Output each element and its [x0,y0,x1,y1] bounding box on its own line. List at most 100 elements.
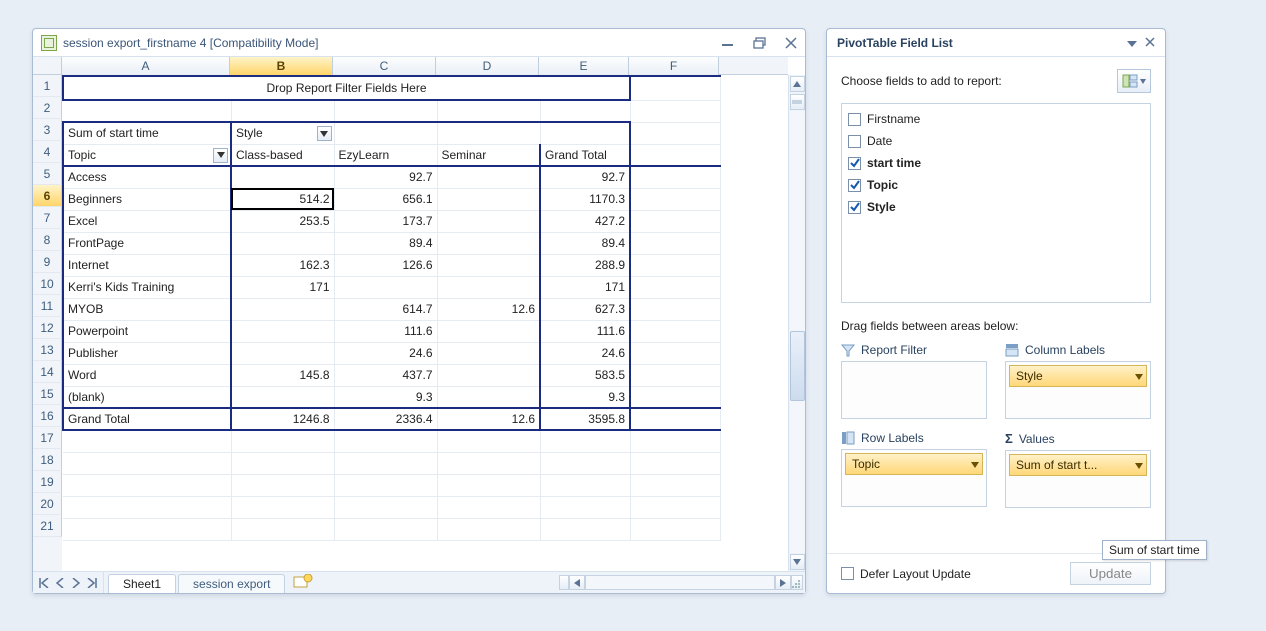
row-header-19[interactable]: 19 [33,471,62,493]
row-field-dropdown[interactable]: Topic [63,144,231,166]
row-header-4[interactable]: 4 [33,141,62,163]
col-header-d[interactable]: D [436,57,539,75]
checkbox-icon[interactable] [848,157,861,170]
field-start-time[interactable]: start time [848,152,1144,174]
active-cell[interactable]: 514.2 [231,188,334,210]
update-button[interactable]: Update [1070,562,1151,585]
hscroll-track[interactable] [585,575,775,590]
sheet-tab-session-export[interactable]: session export [178,574,285,593]
next-sheet-icon[interactable] [69,576,83,590]
area-filter-box[interactable] [841,361,987,419]
row-header-2[interactable]: 2 [33,97,62,119]
area-values: ΣValues Sum of start t... [1005,431,1151,508]
token-style[interactable]: Style [1009,365,1147,387]
row-header-9[interactable]: 9 [33,251,62,273]
row-header-21[interactable]: 21 [33,515,62,537]
scroll-thumb[interactable] [790,331,805,401]
token-style-label: Style [1016,369,1043,383]
area-rows-box[interactable]: Topic [841,449,987,507]
row-header-17[interactable]: 17 [33,427,62,449]
report-filter-dropzone[interactable]: Drop Report Filter Fields Here [63,76,630,100]
field-list[interactable]: FirstnameDatestart time Topic Style [841,103,1151,303]
hscroll-left-button[interactable] [569,575,585,590]
checkbox-icon[interactable] [848,113,861,126]
tab-split-handle[interactable] [559,575,569,590]
row-header-1[interactable]: 1 [33,75,62,97]
chevron-down-icon[interactable] [317,126,332,141]
checkbox-icon[interactable] [848,179,861,192]
restore-icon[interactable] [753,37,767,49]
chevron-down-icon [971,457,979,471]
row-header-14[interactable]: 14 [33,361,62,383]
row-header-12[interactable]: 12 [33,317,62,339]
layout-dropdown-button[interactable] [1117,69,1151,93]
workbook-icon [41,35,57,51]
col-header-c[interactable]: C [333,57,436,75]
minimize-icon[interactable] [721,37,735,49]
scroll-up-button[interactable] [790,76,805,92]
area-column-labels: Column Labels Style [1005,343,1151,419]
area-rows-label: Row Labels [861,431,924,445]
window-titlebar[interactable]: session export_firstname 4 [Compatibilit… [33,29,805,57]
resize-grip[interactable] [791,575,803,590]
row-header-20[interactable]: 20 [33,493,62,515]
col-header-b[interactable]: B [230,57,333,75]
column-field-dropdown[interactable]: Style [231,122,334,144]
col-header-f[interactable]: F [629,57,719,75]
close-icon[interactable] [785,37,797,49]
panel-menu-icon[interactable] [1127,36,1137,50]
panel-titlebar[interactable]: PivotTable Field List [827,29,1165,57]
last-sheet-icon[interactable] [85,576,99,590]
panel-close-icon[interactable] [1145,36,1155,50]
field-style[interactable]: Style [848,196,1144,218]
row-header-7[interactable]: 7 [33,207,62,229]
token-topic[interactable]: Topic [845,453,983,475]
col-header-a[interactable]: A [62,57,230,75]
columns-icon [1005,343,1019,357]
field-topic[interactable]: Topic [848,174,1144,196]
vertical-scrollbar[interactable] [788,75,805,571]
row-header-8[interactable]: 8 [33,229,62,251]
row-header-10[interactable]: 10 [33,273,62,295]
worksheet-area: A B C D E F 1234567891011121314151617181… [33,57,805,571]
field-label: Topic [867,178,898,192]
hscroll-right-button[interactable] [775,575,791,590]
scroll-track[interactable] [790,111,805,553]
checkbox-icon[interactable] [848,135,861,148]
scroll-split-button[interactable] [790,94,805,110]
row-header-6[interactable]: 6 [33,185,62,207]
scroll-down-button[interactable] [790,554,805,570]
checkbox-icon[interactable] [848,201,861,214]
chevron-down-icon[interactable] [213,148,228,163]
area-vals-box[interactable]: Sum of start t... [1005,450,1151,508]
defer-layout-checkbox[interactable] [841,567,854,580]
row-header-18[interactable]: 18 [33,449,62,471]
panel-title: PivotTable Field List [837,36,953,50]
row-header-5[interactable]: 5 [33,163,62,185]
token-sum-start-time[interactable]: Sum of start t... [1009,454,1147,476]
field-date[interactable]: Date [848,130,1144,152]
row-headers: 123456789101112131415161718192021 [33,75,62,571]
area-filter-label: Report Filter [861,343,927,357]
cell-grid[interactable]: Drop Report Filter Fields HereSum of sta… [62,75,788,571]
sheet-tab-sheet1[interactable]: Sheet1 [108,574,176,593]
column-headers: A B C D E F [33,57,788,75]
sigma-icon: Σ [1005,431,1013,446]
row-header-16[interactable]: 16 [33,405,62,427]
row-header-11[interactable]: 11 [33,295,62,317]
area-report-filter: Report Filter [841,343,987,419]
horizontal-scrollbar[interactable] [559,572,805,593]
area-cols-box[interactable]: Style [1005,361,1151,419]
col-header-e[interactable]: E [539,57,629,75]
prev-sheet-icon[interactable] [53,576,67,590]
first-sheet-icon[interactable] [37,576,51,590]
window-controls [721,37,797,49]
choose-fields-label: Choose fields to add to report: [841,74,1002,88]
row-header-15[interactable]: 15 [33,383,62,405]
new-sheet-icon[interactable] [287,572,319,593]
row-header-3[interactable]: 3 [33,119,62,141]
field-firstname[interactable]: Firstname [848,108,1144,130]
funnel-icon [841,343,855,357]
select-all-corner[interactable] [33,57,62,75]
row-header-13[interactable]: 13 [33,339,62,361]
